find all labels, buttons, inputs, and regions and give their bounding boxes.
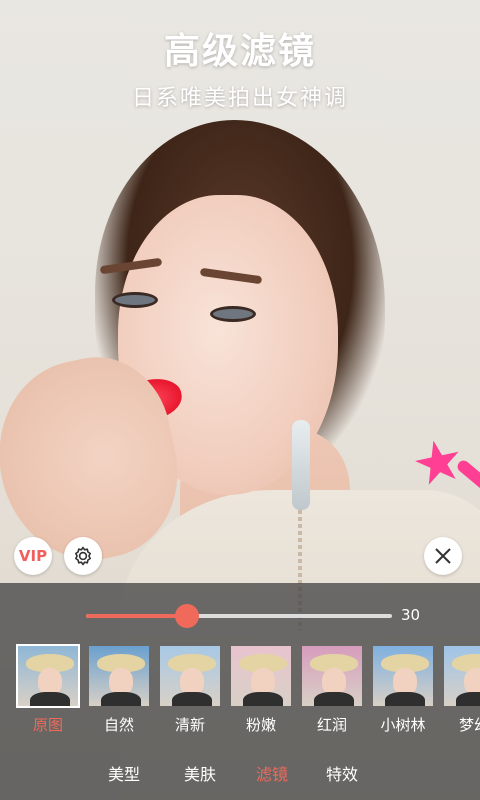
banner-subtitle: 日系唯美拍出女神调 bbox=[131, 86, 348, 111]
filter-item[interactable]: 清新 bbox=[158, 644, 222, 736]
close-button[interactable] bbox=[424, 537, 462, 575]
vip-button[interactable]: VIP bbox=[14, 537, 52, 575]
tab-item[interactable]: 特效 bbox=[326, 761, 358, 785]
filter-label: 自然 bbox=[103, 716, 134, 734]
tab-item[interactable]: 美型 bbox=[108, 761, 140, 785]
photo-eye-right bbox=[210, 306, 256, 322]
filter-item[interactable]: 原图 bbox=[16, 644, 80, 736]
filter-thumbnail bbox=[87, 644, 151, 708]
slider-value: 30 bbox=[401, 606, 421, 624]
filter-thumbnail bbox=[300, 644, 364, 708]
filter-screen: ★ 高级滤镜 日系唯美拍出女神调 VIP 30 原图自然清新粉嫩红润小树林梦幻 … bbox=[0, 0, 480, 800]
filter-label: 原图 bbox=[32, 716, 63, 734]
intensity-slider[interactable] bbox=[86, 604, 392, 628]
filter-item[interactable]: 小树林 bbox=[371, 644, 435, 736]
filter-label: 小树林 bbox=[380, 716, 426, 734]
filter-thumbnail bbox=[229, 644, 293, 708]
filter-thumbnail bbox=[16, 644, 80, 708]
tab-item[interactable]: 滤镜 bbox=[256, 761, 288, 785]
photo-eye-left bbox=[112, 292, 158, 308]
filter-label: 清新 bbox=[174, 716, 205, 734]
close-icon bbox=[435, 548, 451, 564]
settings-button[interactable] bbox=[64, 537, 102, 575]
filter-thumbnail bbox=[442, 644, 480, 708]
filter-label: 红润 bbox=[316, 716, 347, 734]
filter-item[interactable]: 梦幻 bbox=[442, 644, 480, 736]
star-icon: ★ bbox=[405, 423, 471, 501]
filter-label: 粉嫩 bbox=[245, 716, 276, 734]
slider-fill bbox=[86, 614, 187, 618]
filter-item[interactable]: 粉嫩 bbox=[229, 644, 293, 736]
gear-icon bbox=[75, 546, 91, 566]
filter-thumbnail bbox=[371, 644, 435, 708]
filter-item[interactable]: 自然 bbox=[87, 644, 151, 736]
banner-title: 高级滤镜 bbox=[163, 31, 316, 72]
filter-item[interactable]: 红润 bbox=[300, 644, 364, 736]
vip-label: VIP bbox=[18, 547, 48, 565]
filter-list: 原图 自然 清新 粉嫩 红润 小树林 梦幻 bbox=[0, 644, 480, 740]
filter-thumbnail bbox=[158, 644, 222, 708]
slider-knob[interactable] bbox=[175, 604, 199, 628]
tab-item[interactable]: 美肤 bbox=[184, 761, 216, 785]
filter-label: 梦幻 bbox=[458, 716, 480, 734]
bottom-tabs: 美型 美肤 滤镜 特效 bbox=[0, 755, 480, 791]
photo-earring bbox=[292, 420, 310, 510]
